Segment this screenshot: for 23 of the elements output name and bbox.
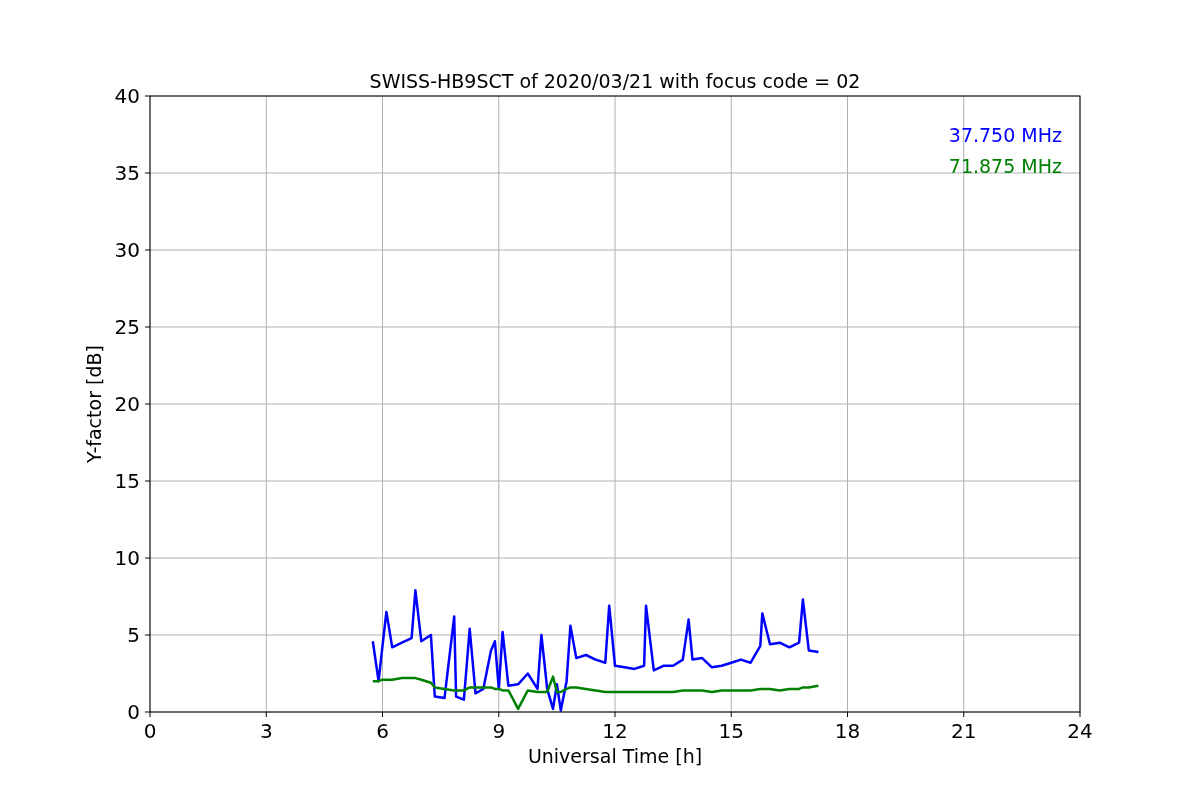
legend-label: 71.875 MHz	[948, 155, 1062, 177]
y-tick-label: 35	[114, 161, 140, 185]
x-axis-label: Universal Time [h]	[527, 745, 703, 767]
y-tick-label: 40	[114, 84, 140, 108]
chart-title: SWISS-HB9SCT of 2020/03/21 with focus code = 02	[369, 70, 861, 92]
y-tick-label: 30	[114, 238, 140, 262]
x-tick-label: 6	[376, 719, 389, 743]
x-tick-label: 0	[143, 719, 157, 743]
legend-label: 37.750 MHz	[948, 124, 1062, 146]
x-tick-label: 15	[718, 719, 744, 743]
y-tick-label: 5	[127, 623, 140, 647]
y-tick-label: 10	[114, 546, 140, 570]
y-tick-label: 15	[114, 469, 140, 493]
x-tick-label: 18	[834, 719, 861, 743]
y-tick-label: 25	[114, 315, 140, 339]
x-tick-label: 12	[602, 719, 628, 743]
y-tick-label: 0	[127, 700, 140, 724]
x-tick-label: 24	[1067, 719, 1093, 743]
x-tick-label: 21	[951, 719, 977, 743]
y-axis-label: Y-factor [dB]	[83, 345, 105, 463]
y-tick-label: 20	[114, 392, 140, 416]
x-tick-label: 3	[259, 719, 273, 743]
x-tick-label: 9	[492, 719, 506, 743]
